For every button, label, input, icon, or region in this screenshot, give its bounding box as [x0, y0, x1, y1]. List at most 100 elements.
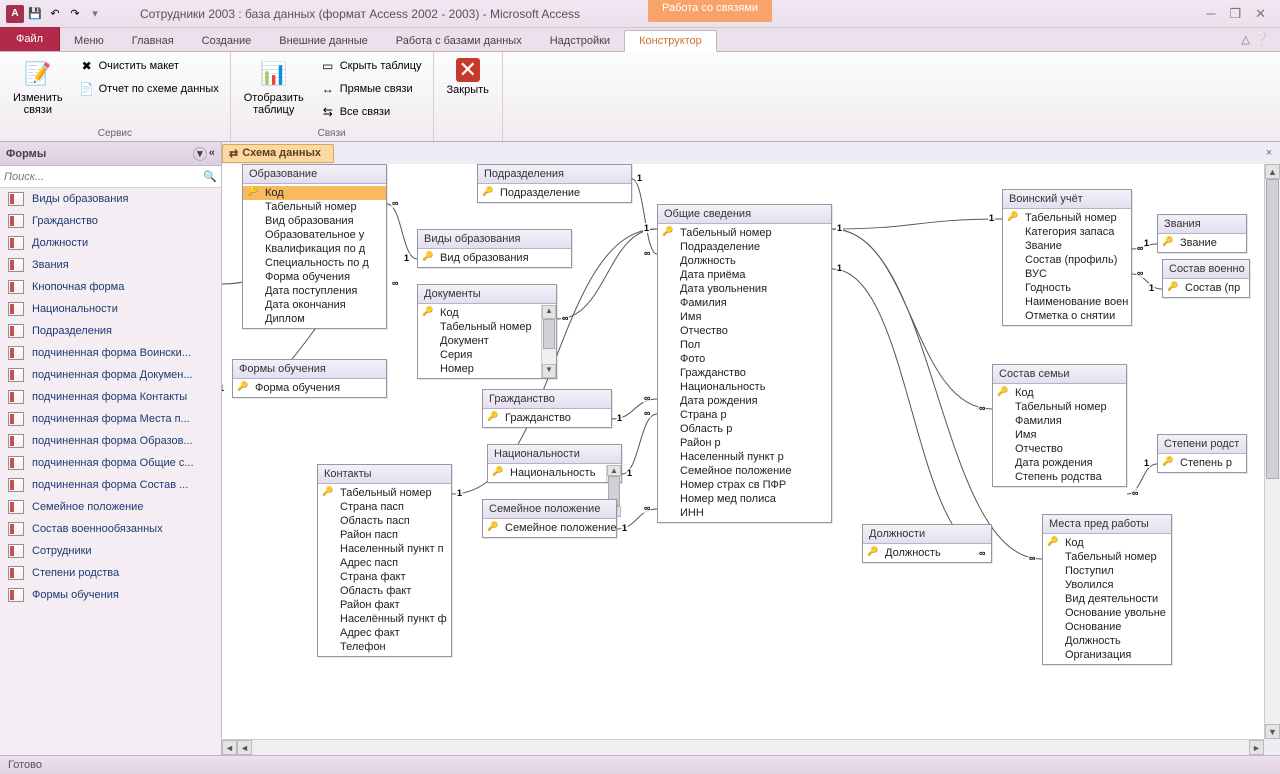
field[interactable]: Пол	[658, 338, 831, 352]
field[interactable]: Номер	[418, 362, 556, 376]
table-family[interactable]: Состав семьиКодТабельный номерФамилияИмя…	[992, 364, 1127, 487]
tab-home[interactable]: Главная	[118, 31, 188, 51]
field[interactable]: Дата поступления	[243, 284, 386, 298]
table-contacts[interactable]: КонтактыТабельный номерСтрана паспОбласт…	[317, 464, 452, 657]
table-header[interactable]: Состав военно	[1163, 260, 1249, 279]
field[interactable]: Степень р	[1158, 456, 1246, 470]
table-eduForms[interactable]: Формы обученияФорма обучения	[232, 359, 387, 398]
field[interactable]: Табельный номер	[658, 226, 831, 240]
field[interactable]: Адрес пасп	[318, 556, 451, 570]
field[interactable]: Диплом	[243, 312, 386, 326]
nav-item[interactable]: Формы обучения	[0, 584, 221, 606]
field[interactable]: Номер мед полиса	[658, 492, 831, 506]
field[interactable]: Табельный номер	[318, 486, 451, 500]
field[interactable]: Гражданство	[658, 366, 831, 380]
nav-collapse-icon[interactable]: «	[209, 147, 215, 161]
document-close-icon[interactable]: ×	[1262, 146, 1276, 160]
table-education[interactable]: Образование КодТабельный номерВид образов…	[242, 164, 387, 329]
field[interactable]: Категория запаса	[1003, 225, 1131, 239]
nav-item[interactable]: Должности	[0, 232, 221, 254]
field[interactable]: Табельный номер	[1003, 211, 1131, 225]
close-window-icon[interactable]: ✕	[1255, 6, 1266, 22]
nav-item[interactable]: Звания	[0, 254, 221, 276]
show-table-button[interactable]: 📊 Отобразить таблицу	[237, 55, 311, 127]
field[interactable]: Страна факт	[318, 570, 451, 584]
nav-item[interactable]: Степени родства	[0, 562, 221, 584]
field[interactable]: Степень родства	[993, 470, 1126, 484]
qat-dropdown-icon[interactable]: ▾	[86, 5, 104, 23]
scroll-left-icon[interactable]: ◄	[222, 740, 237, 755]
table-header[interactable]: Состав семьи	[993, 365, 1126, 384]
scroll-down-icon[interactable]: ▼	[1265, 724, 1280, 739]
field[interactable]: Дата увольнения	[658, 282, 831, 296]
field[interactable]: Отметка о снятии	[1003, 309, 1131, 323]
table-positions[interactable]: ДолжностиДолжность	[862, 524, 992, 563]
restore-icon[interactable]: ❐	[1229, 6, 1241, 22]
field[interactable]: Телефон	[318, 640, 451, 654]
field[interactable]: Район пасп	[318, 528, 451, 542]
nav-filter-dropdown-icon[interactable]: ▾	[193, 147, 207, 161]
field[interactable]: Семейное положение	[658, 464, 831, 478]
table-kinship[interactable]: Степени родст Степень р	[1157, 434, 1247, 473]
tab-designer[interactable]: Конструктор	[624, 30, 717, 52]
field[interactable]: Основание	[1043, 620, 1171, 634]
nav-item[interactable]: подчиненная форма Контакты	[0, 386, 221, 408]
table-marital[interactable]: Семейное положение Семейное положение	[482, 499, 617, 538]
field[interactable]: Область факт	[318, 584, 451, 598]
field[interactable]: Код	[418, 306, 556, 320]
clear-layout-button[interactable]: ✖Очистить макет	[74, 55, 224, 77]
tab-dbtools[interactable]: Работа с базами данных	[382, 31, 536, 51]
field[interactable]: Табельный номер	[243, 200, 386, 214]
nav-item[interactable]: Подразделения	[0, 320, 221, 342]
table-prevWork[interactable]: Места пред работыКодТабельный номерПосту…	[1042, 514, 1172, 665]
field[interactable]: Населенный пункт п	[318, 542, 451, 556]
nav-item[interactable]: Состав военнообязанных	[0, 518, 221, 540]
ribbon-collapse-icon[interactable]: △	[1242, 33, 1250, 46]
field[interactable]: Годность	[1003, 281, 1131, 295]
field[interactable]: Должность	[658, 254, 831, 268]
nav-item[interactable]: подчиненная форма Состав ...	[0, 474, 221, 496]
field[interactable]: Звание	[1003, 239, 1131, 253]
field[interactable]: Семейное положение	[483, 521, 616, 535]
field[interactable]: Поступил	[1043, 564, 1171, 578]
table-header[interactable]: Места пред работы	[1043, 515, 1171, 534]
field[interactable]: Отчество	[658, 324, 831, 338]
field[interactable]: Национальность	[658, 380, 831, 394]
field[interactable]: Дата окончания	[243, 298, 386, 312]
field[interactable]: Отчество	[993, 442, 1126, 456]
table-header[interactable]: Степени родст	[1158, 435, 1246, 454]
table-header[interactable]: Семейное положение	[483, 500, 616, 519]
nav-item[interactable]: подчиненная форма Общие с...	[0, 452, 221, 474]
hide-table-button[interactable]: ▭Скрыть таблицу	[315, 55, 427, 77]
field[interactable]: Состав (профиль)	[1003, 253, 1131, 267]
table-header[interactable]: Гражданство	[483, 390, 611, 409]
field[interactable]: Вид образования	[243, 214, 386, 228]
all-links-button[interactable]: ⇆Все связи	[315, 101, 427, 123]
document-tab[interactable]: ⇄ Схема данных	[222, 144, 334, 163]
nav-item[interactable]: подчиненная форма Места п...	[0, 408, 221, 430]
field[interactable]: Должность	[863, 546, 991, 560]
tab-file[interactable]: Файл	[0, 27, 60, 51]
field[interactable]: Район р	[658, 436, 831, 450]
field[interactable]: Дата рождения	[658, 394, 831, 408]
field[interactable]: Код	[993, 386, 1126, 400]
field[interactable]: Должность	[1043, 634, 1171, 648]
field[interactable]: Вид образования	[418, 251, 571, 265]
table-header[interactable]: Звания	[1158, 215, 1246, 234]
tab-external[interactable]: Внешние данные	[265, 31, 381, 51]
tab-create[interactable]: Создание	[188, 31, 266, 51]
tab-menu[interactable]: Меню	[60, 31, 118, 51]
minimize-icon[interactable]: ─	[1206, 6, 1215, 22]
table-scrollbar[interactable]: ▲▼	[606, 465, 621, 482]
table-header[interactable]: Виды образования	[418, 230, 571, 249]
table-milComp[interactable]: Состав военноСостав (пр	[1162, 259, 1250, 298]
field[interactable]: Квалификация по д	[243, 242, 386, 256]
field[interactable]: Код	[243, 186, 386, 200]
field[interactable]: Наименование воен	[1003, 295, 1131, 309]
field[interactable]: Образовательное у	[243, 228, 386, 242]
field[interactable]: ИНН	[658, 506, 831, 520]
table-header[interactable]: Образование	[243, 165, 386, 184]
table-nationality[interactable]: НациональностиНациональность▲▼	[487, 444, 622, 483]
field[interactable]: Страна пасп	[318, 500, 451, 514]
table-header[interactable]: Формы обучения	[233, 360, 386, 379]
